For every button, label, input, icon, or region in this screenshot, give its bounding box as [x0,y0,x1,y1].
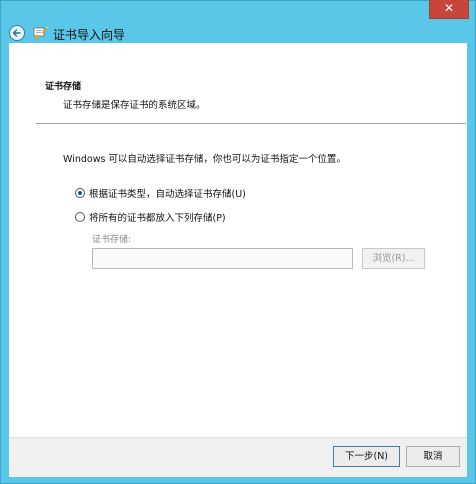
wizard-page: 证书存储 证书存储是保存证书的系统区域。 Windows 可以自动选择证书存储，… [9,43,467,477]
store-field-label: 证书存储: [92,235,132,245]
browse-button[interactable]: 浏览(R)... [362,248,425,269]
next-button[interactable]: 下一步(N) [333,446,400,467]
manual-store-option[interactable]: 将所有的证书都放入下列存储(P) [75,210,226,224]
close-button[interactable]: ✕ [429,0,469,19]
close-icon: ✕ [443,1,455,15]
wizard-window: ✕ 证书导入向导 证书存储 证书存储是保存证书的系统区域。 Windows 可以… [0,0,476,484]
page-heading: 证书存储 [45,82,82,92]
window-title: 证书导入向导 [53,28,126,42]
auto-select-store-option[interactable]: 根据证书类型，自动选择证书存储(U) [75,186,246,200]
title-bar[interactable]: ✕ 证书导入向导 [1,0,475,43]
back-arrow-icon [12,29,21,37]
back-button[interactable] [9,25,25,41]
manual-store-label[interactable]: 将所有的证书都放入下列存储(P) [89,210,226,224]
auto-select-radio[interactable] [75,188,85,198]
manual-store-radio[interactable] [75,212,85,222]
radio-selected-dot [78,191,82,195]
page-subtitle: 证书存储是保存证书的系统区域。 [63,100,206,111]
cancel-button[interactable]: 取消 [406,446,460,467]
header-divider [36,123,466,124]
wizard-footer: 下一步(N) 取消 [9,437,467,477]
certificate-store-input[interactable] [92,248,353,269]
auto-select-label[interactable]: 根据证书类型，自动选择证书存储(U) [89,186,246,200]
description-text: Windows 可以自动选择证书存储，你也可以为证书指定一个位置。 [63,154,346,165]
certificate-wizard-icon [33,26,48,40]
